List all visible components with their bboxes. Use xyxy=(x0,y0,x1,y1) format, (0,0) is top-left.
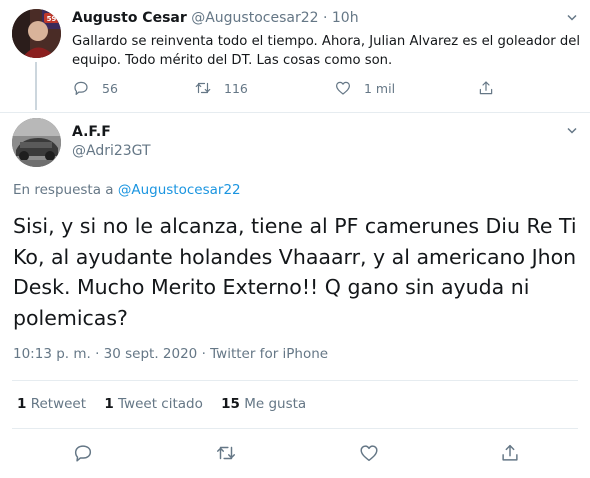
like-icon xyxy=(336,81,350,95)
tweet-timestamp[interactable]: 10:13 p. m. · 30 sept. 2020 · Twitter fo… xyxy=(13,346,328,362)
stat-count: 1 xyxy=(104,396,114,412)
reply-count: 56 xyxy=(102,80,118,96)
reply-icon xyxy=(74,81,88,95)
stat-label: Tweet citado xyxy=(113,396,203,412)
avatar[interactable] xyxy=(12,118,61,167)
retweet-button[interactable] xyxy=(215,442,237,464)
share-button[interactable] xyxy=(477,78,495,98)
tweet-time[interactable]: 10h xyxy=(332,10,359,26)
stat-label: Me gusta xyxy=(239,396,307,412)
retweet-icon xyxy=(195,82,211,94)
retweet-icon xyxy=(217,446,235,460)
parent-tweet-actions: 56 116 1 mil xyxy=(72,78,512,98)
quote-tweets-stat[interactable]: 1 Tweet citado xyxy=(104,396,203,412)
like-button[interactable]: 1 mil xyxy=(334,78,395,98)
parent-tweet[interactable]: 59 Augusto Cesar @Augustocesar22 · 10h G… xyxy=(0,0,590,112)
author-handle[interactable]: @Augustocesar22 xyxy=(191,10,318,26)
like-icon xyxy=(360,445,378,462)
retweets-stat[interactable]: 1 Retweet xyxy=(17,396,86,412)
stat-count: 1 xyxy=(17,396,27,412)
tweet-actions xyxy=(0,441,590,467)
retweet-button[interactable]: 116 xyxy=(194,78,248,98)
reply-icon xyxy=(74,445,92,462)
tweet-stats: 1 Retweet 1 Tweet citado 15 Me gusta xyxy=(17,396,320,412)
retweet-count: 116 xyxy=(224,80,248,96)
divider xyxy=(0,112,590,113)
stat-count: 15 xyxy=(221,396,240,412)
thread-line xyxy=(35,62,37,110)
reply-button[interactable]: 56 xyxy=(72,78,118,98)
avatar[interactable]: 59 xyxy=(12,9,61,58)
stat-label: Retweet xyxy=(26,396,87,412)
divider xyxy=(12,428,578,429)
divider xyxy=(12,380,578,381)
share-icon xyxy=(479,81,493,95)
avatar-badge: 59 xyxy=(47,15,57,23)
parent-tweet-header: Augusto Cesar @Augustocesar22 · 10h xyxy=(72,10,580,28)
reply-context: En respuesta a @Augustocesar22 xyxy=(13,182,241,198)
reply-to-link[interactable]: @Augustocesar22 xyxy=(118,182,241,198)
chevron-down-icon[interactable] xyxy=(567,127,577,135)
author-name[interactable]: A.F.F xyxy=(72,124,111,140)
chevron-down-icon[interactable] xyxy=(567,14,577,22)
likes-stat[interactable]: 15 Me gusta xyxy=(221,396,306,412)
parent-tweet-text: Gallardo se reinventa todo el tiempo. Ah… xyxy=(72,34,581,68)
like-count: 1 mil xyxy=(364,80,396,96)
like-button[interactable] xyxy=(358,442,380,464)
author-handle[interactable]: @Adri23GT xyxy=(72,143,151,159)
share-button[interactable] xyxy=(499,442,521,464)
reply-prefix: En respuesta a xyxy=(13,182,118,198)
separator-dot: · xyxy=(322,10,328,26)
share-icon xyxy=(502,444,518,461)
tweet-text: Sisi, y si no le alcanza, tiene al PF ca… xyxy=(13,214,577,330)
author-name[interactable]: Augusto Cesar xyxy=(72,10,187,26)
reply-button[interactable] xyxy=(72,442,94,464)
